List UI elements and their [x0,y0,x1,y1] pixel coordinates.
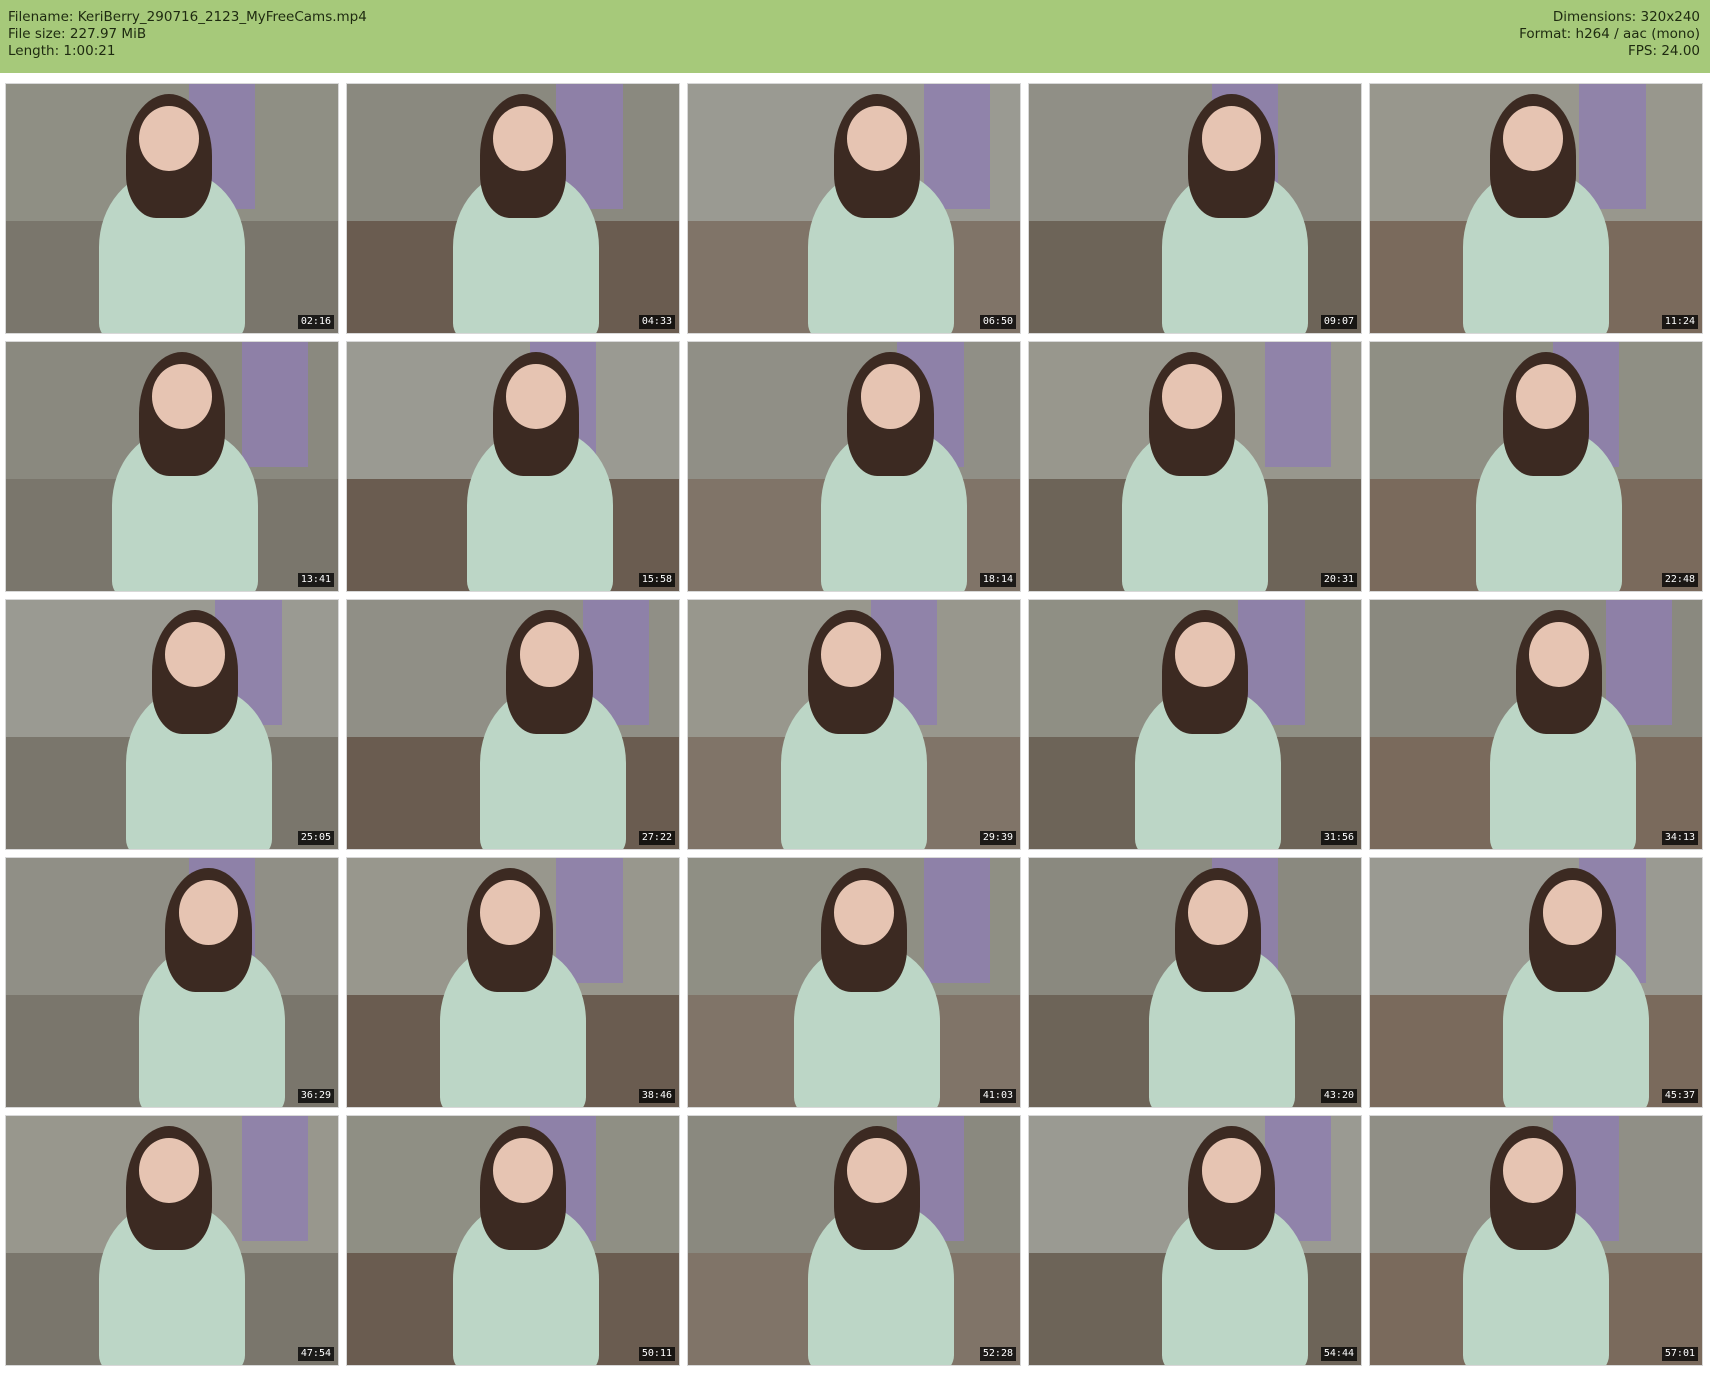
timestamp-label: 18:14 [979,573,1016,587]
timestamp-label: 13:41 [297,573,334,587]
thumbnail[interactable]: 45:37 [1369,857,1703,1108]
scene-face [1542,880,1603,946]
scene-face [1161,364,1222,430]
filename-text: Filename: KeriBerry_290716_2123_MyFreeCa… [8,9,367,25]
thumbnail[interactable]: 47:54 [5,1115,339,1366]
timestamp-label: 54:44 [1320,1347,1357,1361]
timestamp-label: 29:39 [979,831,1016,845]
scene-face [847,1138,908,1204]
dimensions-text: Dimensions: 320x240 [1552,9,1700,25]
thumbnail[interactable]: 27:22 [346,599,680,850]
thumbnail[interactable]: 52:28 [687,1115,1021,1366]
thumbnail[interactable]: 13:41 [5,341,339,592]
scene-face [860,364,921,430]
scene-face [506,364,567,430]
timestamp-label: 36:29 [297,1089,334,1103]
timestamp-label: 20:31 [1320,573,1357,587]
thumbnail[interactable]: 11:24 [1369,83,1703,334]
timestamp-label: 25:05 [297,831,334,845]
timestamp-label: 06:50 [979,315,1016,329]
scene-face [1516,364,1576,430]
timestamp-label: 45:37 [1661,1089,1698,1103]
scene-face [1201,106,1262,172]
file-info: Filename: KeriBerry_290716_2123_MyFreeCa… [8,9,367,60]
thumbnail[interactable]: 50:11 [346,1115,680,1366]
timestamp-label: 31:56 [1320,831,1357,845]
thumbnail[interactable]: 25:05 [5,599,339,850]
info-header: Filename: KeriBerry_290716_2123_MyFreeCa… [0,0,1710,73]
scene-face [479,880,540,946]
thumbnail[interactable]: 34:13 [1369,599,1703,850]
thumbnail[interactable]: 09:07 [1028,83,1362,334]
thumbnail[interactable]: 29:39 [687,599,1021,850]
scene-face [834,880,894,946]
scene-face [1188,880,1249,946]
scene-face [138,1138,199,1204]
length-text: Length: 1:00:21 [8,43,116,59]
timestamp-label: 47:54 [297,1347,334,1361]
timestamp-label: 43:20 [1320,1089,1357,1103]
filesize-text: File size: 227.97 MiB [8,26,147,42]
media-info: Dimensions: 320x240 Format: h264 / aac (… [1519,9,1700,60]
scene-face [1502,106,1563,172]
thumbnail[interactable]: 38:46 [346,857,680,1108]
scene-face [493,106,553,172]
timestamp-label: 27:22 [638,831,675,845]
timestamp-label: 50:11 [638,1347,675,1361]
scene-curtain [923,858,991,983]
thumbnail[interactable]: 04:33 [346,83,680,334]
scene-face [138,106,199,172]
thumbnail[interactable]: 43:20 [1028,857,1362,1108]
fps-text: FPS: 24.00 [1628,43,1700,59]
timestamp-label: 41:03 [979,1089,1016,1103]
scene-face [1201,1138,1262,1204]
thumbnail[interactable]: 41:03 [687,857,1021,1108]
thumbnail[interactable]: 57:01 [1369,1115,1703,1366]
scene-face [178,880,239,946]
thumbnail[interactable]: 06:50 [687,83,1021,334]
timestamp-label: 02:16 [297,315,334,329]
scene-face [1502,1138,1563,1204]
scene-curtain [241,342,309,467]
scene-face [165,622,226,688]
timestamp-label: 04:33 [638,315,675,329]
timestamp-label: 15:58 [638,573,675,587]
timestamp-label: 09:07 [1320,315,1357,329]
timestamp-label: 22:48 [1661,573,1698,587]
timestamp-label: 38:46 [638,1089,675,1103]
thumbnail[interactable]: 31:56 [1028,599,1362,850]
scene-face [152,364,212,430]
thumbnail[interactable]: 54:44 [1028,1115,1362,1366]
thumbnail[interactable]: 20:31 [1028,341,1362,592]
scene-curtain [1264,342,1332,467]
thumbnail[interactable]: 36:29 [5,857,339,1108]
scene-curtain [923,84,991,209]
thumbnail[interactable]: 22:48 [1369,341,1703,592]
timestamp-label: 34:13 [1661,831,1698,845]
scene-face [820,622,881,688]
scene-curtain [1579,84,1646,209]
scene-face [493,1138,553,1204]
thumbnail[interactable]: 15:58 [346,341,680,592]
thumbnail[interactable]: 18:14 [687,341,1021,592]
scene-curtain [1605,600,1673,725]
timestamp-label: 52:28 [979,1347,1016,1361]
timestamp-label: 57:01 [1661,1347,1698,1361]
thumbnail[interactable]: 02:16 [5,83,339,334]
format-text: Format: h264 / aac (mono) [1519,26,1700,42]
scene-curtain [556,858,623,983]
scene-face [1529,622,1590,688]
scene-face [519,622,580,688]
scene-curtain [241,1116,309,1241]
timestamp-label: 11:24 [1661,315,1698,329]
scene-face [1175,622,1235,688]
scene-face [847,106,908,172]
